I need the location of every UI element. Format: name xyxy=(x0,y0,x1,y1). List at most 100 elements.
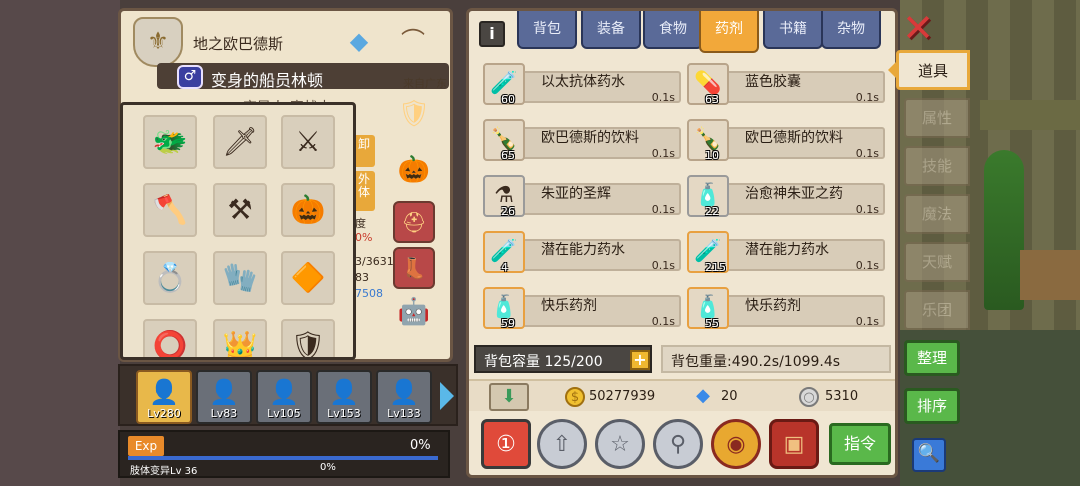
hanger-icon[interactable]: ⌒ xyxy=(391,19,435,63)
side-tab-skills[interactable]: 技能 xyxy=(904,146,970,186)
tab-books[interactable]: 书籍 xyxy=(763,11,823,49)
exp-panel: Exp 0% 肢体变异Lv 36 0% xyxy=(118,430,450,478)
stat-text: 3/3631 xyxy=(355,255,394,268)
side-tab-attributes[interactable]: 属性 xyxy=(904,98,970,138)
mutation-level: 肢体变异Lv 36 xyxy=(130,466,198,477)
active-tab-marker xyxy=(888,62,896,78)
party-member-1[interactable]: 👤 Lv280 xyxy=(136,370,192,424)
exp-percent: 0% xyxy=(410,438,431,453)
shadow-blade-icon[interactable]: ⚒ xyxy=(213,183,267,237)
list-item[interactable]: 🧴 59 快乐药剂 0.1s xyxy=(483,287,681,331)
side-tab-talent[interactable]: 天赋 xyxy=(904,242,970,282)
tab-backpack[interactable]: 背包 xyxy=(517,11,577,49)
crate-decoration xyxy=(1020,250,1080,300)
emerald-shield-icon[interactable]: 🛡 xyxy=(393,95,435,137)
search-icon[interactable]: 🔍 xyxy=(912,438,946,472)
list-item[interactable]: 🧪 215 潜在能力药水 0.1s xyxy=(687,231,885,275)
exp-progress-bar xyxy=(128,456,438,460)
item-count: 59 xyxy=(501,317,515,330)
organize-button[interactable]: 整理 xyxy=(904,340,960,376)
helmet-icon[interactable]: ⛑ xyxy=(393,201,435,243)
party-level: Lv105 xyxy=(267,407,301,420)
party-member-3[interactable]: 👤 Lv105 xyxy=(256,370,312,424)
capacity-text: 背包容量 125/200 xyxy=(484,354,603,370)
item-count: 63 xyxy=(705,93,719,106)
unequip-tag[interactable]: 卸 xyxy=(353,135,375,167)
item-weight: 0.1s xyxy=(651,203,675,216)
list-item[interactable]: 🧪 60 以太抗体药水 0.1s xyxy=(483,63,681,107)
diamond-icon: ◆ xyxy=(696,385,710,406)
party-member-4[interactable]: 👤 Lv153 xyxy=(316,370,372,424)
exp-label: Exp xyxy=(128,436,164,456)
currency-bar: ⬇ $ 50277939 ◆ 20 ○ 5310 xyxy=(469,379,895,411)
tab-food[interactable]: 食物 xyxy=(643,11,703,49)
character-origin: 来自广东 xyxy=(403,77,447,90)
list-item[interactable]: 🍾 10 欧巴德斯的饮料 0.1s xyxy=(687,119,885,163)
treasure-chest-icon[interactable]: ▣ xyxy=(769,419,819,469)
tab-misc[interactable]: 杂物 xyxy=(821,11,881,49)
potion-123-icon[interactable]: ① xyxy=(481,419,531,469)
spike-shield-icon[interactable]: 🛡 xyxy=(281,319,335,357)
expand-capacity-button[interactable]: + xyxy=(630,350,650,370)
item-weight: 0.1s xyxy=(651,259,675,272)
dragon-gauntlet-icon[interactable]: 🐲 xyxy=(143,115,197,169)
magnify-icon[interactable]: ⚲ xyxy=(653,419,703,469)
tab-potions[interactable]: 药剂 xyxy=(699,11,759,53)
list-item[interactable]: 🧴 22 治愈神朱亚之药 0.1s xyxy=(687,175,885,219)
dark-ring-icon[interactable]: ⭕ xyxy=(143,319,197,357)
gold-crown-icon[interactable]: 👑 xyxy=(213,319,267,357)
tab-equipment[interactable]: 装备 xyxy=(581,11,641,49)
flame-blade-icon[interactable]: 🗡 xyxy=(213,115,267,169)
white-glove-icon[interactable]: 🧤 xyxy=(213,251,267,305)
info-icon[interactable]: i xyxy=(479,21,505,47)
dark-axe-icon[interactable]: 🪓 xyxy=(143,183,197,237)
gem-amount: 20 xyxy=(721,389,738,404)
item-name: 潜在能力药水 xyxy=(541,242,625,258)
character-title: 地之欧巴德斯 xyxy=(193,35,284,53)
list-item[interactable]: 🧴 55 快乐药剂 0.1s xyxy=(687,287,885,331)
party-next-arrow-icon[interactable] xyxy=(440,382,454,410)
party-level: Lv280 xyxy=(147,407,181,420)
item-weight: 0.1s xyxy=(651,147,675,160)
stat-text: 83 xyxy=(355,271,369,284)
item-name: 治愈神朱亚之药 xyxy=(745,186,843,202)
close-icon[interactable]: ✕ xyxy=(900,9,936,47)
red-amulet-icon[interactable]: 🔶 xyxy=(281,251,335,305)
list-item[interactable]: ⚗ 26 朱亚的圣辉 0.1s xyxy=(483,175,681,219)
item-weight: 0.1s xyxy=(855,203,879,216)
item-count: 22 xyxy=(705,205,719,218)
command-button[interactable]: 指令 xyxy=(829,423,891,465)
party-level: Lv83 xyxy=(210,407,238,420)
silver-coin-icon: ○ xyxy=(799,387,819,407)
party-level: Lv133 xyxy=(387,407,421,420)
list-item[interactable]: 🍾 65 欧巴德斯的饮料 0.1s xyxy=(483,119,681,163)
item-weight: 0.1s xyxy=(855,91,879,104)
list-item[interactable]: 💊 63 蓝色胶囊 0.1s xyxy=(687,63,885,107)
item-count: 215 xyxy=(705,261,726,274)
sort-button[interactable]: 排序 xyxy=(904,388,960,424)
boots-icon[interactable]: 👢 xyxy=(393,247,435,289)
star-icon[interactable]: ☆ xyxy=(595,419,645,469)
shield-wings-icon[interactable]: ⚜ xyxy=(133,17,183,67)
gold-ring-icon[interactable]: 💍 xyxy=(143,251,197,305)
mutation-percent: 0% xyxy=(320,462,336,473)
item-weight: 0.1s xyxy=(855,147,879,160)
pumpkin-icon[interactable]: 🎃 xyxy=(393,151,435,193)
spear-icon[interactable]: ⚔ xyxy=(281,115,335,169)
fire-orb-icon[interactable]: ◉ xyxy=(711,419,761,469)
download-icon[interactable]: ⬇ xyxy=(489,383,529,411)
side-tab-magic[interactable]: 魔法 xyxy=(904,194,970,234)
robot-icon[interactable]: 🤖 xyxy=(393,293,435,335)
side-tab-items[interactable]: 道具 xyxy=(896,50,970,90)
side-tab-band[interactable]: 乐团 xyxy=(904,290,970,330)
up-arrow-icon[interactable]: ⇧ xyxy=(537,419,587,469)
appearance-tag[interactable]: 外体 xyxy=(353,171,375,211)
inventory-panel: i 背包 装备 食物 药剂 书籍 杂物 🧪 60 以太抗体药水 0.1s 💊 6… xyxy=(466,8,898,478)
party-member-5[interactable]: 👤 Lv133 xyxy=(376,370,432,424)
item-name: 欧巴德斯的饮料 xyxy=(745,130,843,146)
crystal-altar-icon[interactable]: ◆ xyxy=(337,19,381,63)
pumpkin-staff-icon[interactable]: 🎃 xyxy=(281,183,335,237)
list-item[interactable]: 🧪 4 潜在能力药水 0.1s xyxy=(483,231,681,275)
party-level: Lv153 xyxy=(327,407,361,420)
party-member-2[interactable]: 👤 Lv83 xyxy=(196,370,252,424)
